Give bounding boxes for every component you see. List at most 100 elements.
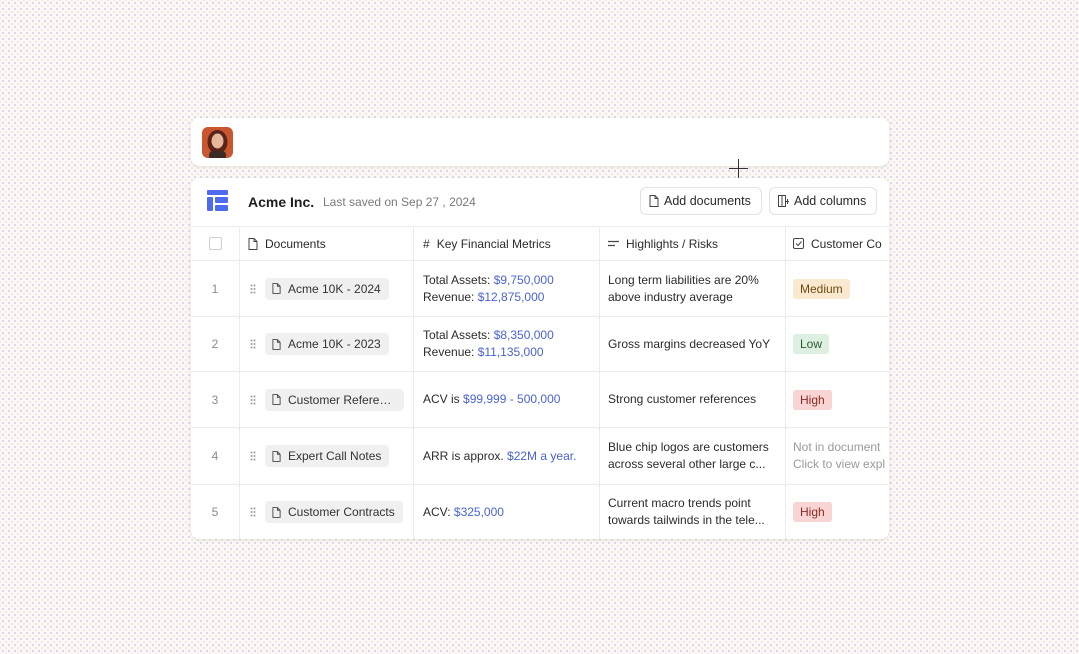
table-row[interactable]: 2 Acme 10K - 2023 Total Assets: $8,350,0… bbox=[191, 316, 889, 371]
status-badge: Low bbox=[793, 334, 830, 354]
document-cell[interactable]: Acme 10K - 2024 bbox=[239, 261, 413, 316]
document-icon bbox=[248, 237, 258, 250]
column-header-label: Key Financial Metrics bbox=[436, 236, 551, 251]
metrics-cell[interactable]: Total Assets: $9,750,000 Revenue: $12,87… bbox=[413, 261, 599, 316]
document-chip[interactable]: Acme 10K - 2023 bbox=[265, 333, 389, 355]
highlights-cell[interactable]: Gross margins decreased YoY bbox=[599, 317, 785, 371]
document-icon bbox=[649, 195, 659, 207]
column-header-metrics[interactable]: # Key Financial Metrics bbox=[413, 227, 599, 260]
column-header-documents[interactable]: Documents bbox=[239, 227, 413, 260]
select-all-checkbox[interactable] bbox=[208, 237, 222, 250]
highlights-cell[interactable]: Long term liabilities are 20% above indu… bbox=[599, 261, 785, 316]
row-number: 3 bbox=[211, 392, 219, 407]
metric-value[interactable]: $11,135,000 bbox=[478, 345, 544, 359]
sheet-header: Acme Inc. Last saved on Sep 27 , 2024 Ad… bbox=[191, 178, 889, 226]
metric-label: Total Assets: bbox=[423, 328, 494, 342]
customer-cell[interactable]: Medium bbox=[785, 261, 889, 316]
column-header-highlights[interactable]: Highlights / Risks bbox=[599, 227, 785, 260]
metrics-cell[interactable]: ACV: $325,000 bbox=[413, 485, 599, 539]
status-badge: High bbox=[793, 502, 832, 522]
sheet-title: Acme Inc. bbox=[248, 194, 315, 210]
document-icon bbox=[272, 338, 281, 350]
metric-value[interactable]: $8,350,000 bbox=[494, 328, 554, 342]
metric-label: Total Assets: bbox=[423, 272, 494, 287]
user-avatar[interactable] bbox=[202, 127, 233, 158]
table-row[interactable]: 1 Acme 10K - 2024 Total Assets: $9,750,0… bbox=[191, 260, 889, 316]
click-to-view-text[interactable]: Click to view expl bbox=[793, 456, 885, 473]
status-badge: High bbox=[793, 389, 832, 410]
highlights-cell[interactable]: Strong customer references bbox=[599, 372, 785, 427]
column-header-label: Highlights / Risks bbox=[626, 236, 719, 251]
metric-value[interactable]: $22M a year. bbox=[507, 449, 576, 463]
drag-handle-icon[interactable] bbox=[250, 339, 256, 349]
metrics-cell[interactable]: ARR is approx. $22M a year. bbox=[413, 428, 599, 484]
text-lines-icon bbox=[608, 240, 619, 248]
table-header-row: Documents # Key Financial Metrics Highli… bbox=[191, 226, 889, 260]
column-header-label: Documents bbox=[265, 236, 326, 251]
customer-cell[interactable]: High bbox=[785, 485, 889, 539]
table-row[interactable]: 5 Customer Contracts ACV: $325,000 Curre… bbox=[191, 484, 889, 539]
metric-value[interactable]: $12,875,000 bbox=[478, 290, 545, 304]
drag-handle-icon[interactable] bbox=[250, 395, 256, 405]
metric-value[interactable]: $9,750,000 bbox=[494, 273, 554, 287]
metrics-cell[interactable]: ACV is $99,999 - 500,000 bbox=[413, 372, 599, 427]
highlight-text: towards tailwinds in the tele... bbox=[608, 513, 765, 527]
document-chip[interactable]: Acme 10K - 2024 bbox=[265, 277, 389, 300]
checkbox-icon bbox=[793, 238, 804, 249]
drag-handle-icon[interactable] bbox=[250, 451, 256, 461]
select-all-cell[interactable] bbox=[191, 227, 239, 260]
metric-value[interactable]: $325,000 bbox=[454, 505, 504, 519]
customer-cell[interactable]: High bbox=[785, 372, 889, 427]
add-columns-label: Add columns bbox=[794, 194, 867, 208]
row-number: 4 bbox=[211, 449, 219, 463]
document-name: Customer References bbox=[288, 392, 396, 407]
document-name: Acme 10K - 2023 bbox=[288, 337, 381, 351]
document-cell[interactable]: Acme 10K - 2023 bbox=[239, 317, 413, 371]
metric-value[interactable]: $99,999 - 500,000 bbox=[463, 392, 560, 406]
table-row[interactable]: 4 Expert Call Notes ARR is approx. $22M … bbox=[191, 427, 889, 484]
drag-handle-icon[interactable] bbox=[250, 507, 256, 517]
highlight-text: Strong customer references bbox=[608, 392, 757, 406]
document-name: Expert Call Notes bbox=[288, 449, 382, 463]
highlights-cell[interactable]: Blue chip logos are customers across sev… bbox=[599, 428, 785, 484]
add-column-icon bbox=[778, 195, 789, 207]
highlight-text: across several other large c... bbox=[608, 457, 766, 471]
highlight-text: Gross margins decreased YoY bbox=[608, 336, 771, 351]
add-documents-button[interactable]: Add documents bbox=[640, 187, 762, 215]
customer-cell[interactable]: Low bbox=[785, 317, 889, 371]
highlight-text: Long term liabilities are 20% bbox=[608, 272, 759, 287]
highlight-text: above industry average bbox=[608, 289, 733, 304]
metric-label: ACV: bbox=[423, 504, 454, 519]
crosshair-cursor bbox=[729, 159, 748, 178]
column-header-label: Customer Co bbox=[811, 236, 882, 251]
document-cell[interactable]: Customer References bbox=[239, 372, 413, 427]
metrics-cell[interactable]: Total Assets: $8,350,000 Revenue: $11,13… bbox=[413, 317, 599, 371]
document-chip[interactable]: Customer References bbox=[265, 388, 404, 411]
sheet-card: Acme Inc. Last saved on Sep 27 , 2024 Ad… bbox=[191, 178, 889, 539]
document-cell[interactable]: Customer Contracts bbox=[239, 485, 413, 539]
status-badge: Medium bbox=[793, 278, 850, 299]
highlights-cell[interactable]: Current macro trends point towards tailw… bbox=[599, 485, 785, 539]
last-saved-text: Last saved on Sep 27 , 2024 bbox=[323, 195, 476, 209]
drag-handle-icon[interactable] bbox=[250, 284, 256, 294]
document-icon bbox=[272, 506, 281, 518]
document-icon bbox=[272, 283, 281, 294]
highlight-text: Blue chip logos are customers bbox=[608, 440, 769, 454]
metric-label: Revenue: bbox=[423, 345, 478, 359]
document-chip[interactable]: Customer Contracts bbox=[265, 501, 403, 523]
metric-label: ARR is approx. bbox=[423, 448, 508, 463]
add-columns-button[interactable]: Add columns bbox=[769, 187, 877, 215]
metric-label: ACV is bbox=[423, 392, 464, 406]
document-icon bbox=[272, 394, 281, 405]
row-number: 5 bbox=[211, 505, 219, 519]
row-number: 2 bbox=[211, 337, 219, 351]
document-name: Acme 10K - 2024 bbox=[288, 281, 381, 296]
not-in-document-text: Not in document bbox=[793, 440, 881, 454]
table-logo-icon bbox=[207, 190, 228, 211]
table-row[interactable]: 3 Customer References ACV is $99,999 - 5… bbox=[191, 371, 889, 427]
customer-cell[interactable]: Not in document Click to view expl bbox=[785, 428, 889, 484]
column-header-customer[interactable]: Customer Co bbox=[785, 227, 889, 260]
document-chip[interactable]: Expert Call Notes bbox=[265, 445, 390, 467]
document-cell[interactable]: Expert Call Notes bbox=[239, 428, 413, 484]
hash-icon: # bbox=[423, 236, 430, 251]
